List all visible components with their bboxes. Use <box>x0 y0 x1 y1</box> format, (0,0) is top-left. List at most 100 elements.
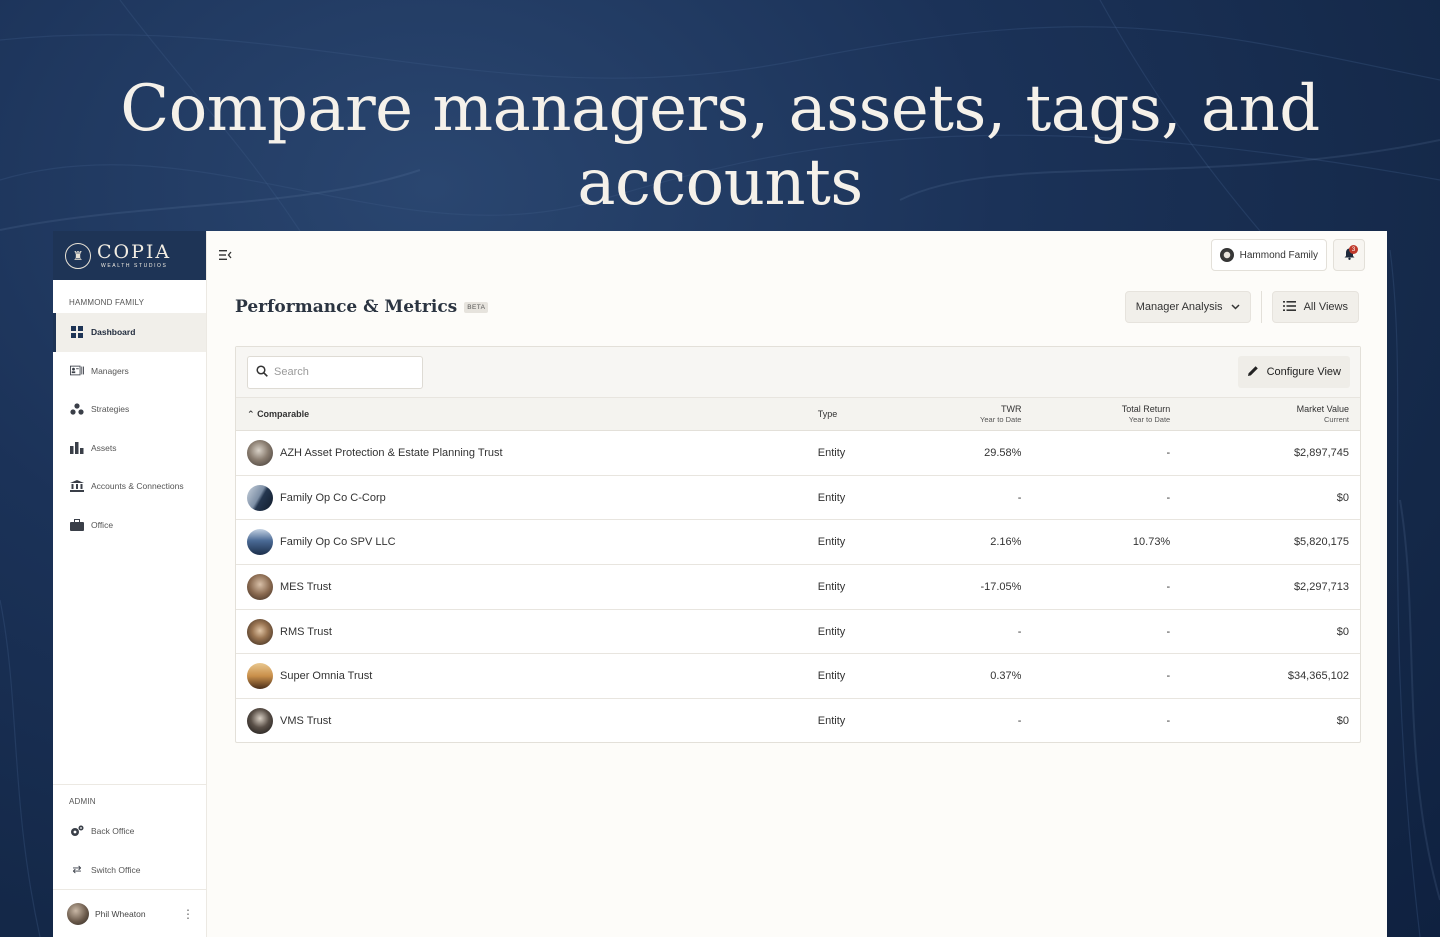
pencil-icon <box>1247 365 1259 380</box>
column-label: Total Return <box>1121 404 1171 414</box>
beta-badge: BETA <box>464 301 489 313</box>
table-toolbar: Search Configure View <box>236 347 1360 397</box>
family-switcher[interactable]: Hammond Family <box>1210 239 1327 271</box>
seal-icon: ♜ <box>65 242 91 269</box>
admin-section: ADMIN Back Office ⇄ Switch Office <box>53 784 206 889</box>
table-row[interactable]: AZH Asset Protection & Estate Planning T… <box>236 430 1360 476</box>
column-header-twr[interactable]: TWR Year to Date <box>926 397 1033 431</box>
total-return-value: - <box>1032 653 1182 700</box>
column-header-market-value[interactable]: Market Value Current <box>1181 397 1360 431</box>
bank-icon <box>70 480 84 493</box>
total-return-value: - <box>1032 609 1182 655</box>
user-menu[interactable]: Phil Wheaton ⋮ <box>53 889 206 937</box>
entity-name: MES Trust <box>280 580 332 593</box>
total-return-value: - <box>1032 475 1182 521</box>
family-label: Hammond Family <box>1239 249 1318 261</box>
sidebar-item-back-office[interactable]: Back Office <box>53 812 206 851</box>
main-content: Hammond Family 3 Performance & Metrics B… <box>207 231 1387 937</box>
search-placeholder: Search <box>274 366 309 378</box>
entity-type: Entity <box>806 564 927 610</box>
column-label: Type <box>817 409 838 419</box>
sidebar-item-label: Assets <box>91 442 117 453</box>
market-value: $0 <box>1181 475 1360 521</box>
sidebar-item-accounts[interactable]: Accounts & Connections <box>53 467 206 506</box>
family-avatar <box>1219 248 1234 262</box>
configure-view-label: Configure View <box>1266 366 1341 378</box>
admin-section-label: ADMIN <box>69 797 96 806</box>
page-title: Performance & Metrics <box>235 297 458 317</box>
market-value: $5,820,175 <box>1181 519 1360 566</box>
hero-title: Compare managers, assets, tags, and acco… <box>120 72 1320 220</box>
sidebar-item-managers[interactable]: Managers <box>53 352 206 391</box>
table-row[interactable]: MES Trust Entity -17.05% - $2,297,713 <box>236 564 1360 610</box>
briefcase-icon <box>70 518 84 531</box>
sidebar-item-label: Switch Office <box>91 864 141 875</box>
entity-avatar <box>247 484 273 511</box>
shapes-icon <box>70 403 84 415</box>
column-label: Comparable <box>257 408 310 419</box>
entity-type: Entity <box>806 519 927 566</box>
twr-value: 2.16% <box>926 519 1033 566</box>
sidebar-item-label: Dashboard <box>91 327 136 338</box>
id-card-icon <box>70 365 84 377</box>
sidebar-item-assets[interactable]: Assets <box>53 429 206 468</box>
column-sublabel: Year to Date <box>980 415 1022 424</box>
entity-avatar <box>247 573 273 600</box>
entity-avatar <box>247 708 273 735</box>
notification-badge: 3 <box>1349 245 1358 254</box>
entity-avatar <box>247 663 273 690</box>
sidebar-item-label: Office <box>91 519 114 530</box>
column-header-comparable[interactable]: ⌃ Comparable <box>236 397 807 431</box>
topbar: Hammond Family 3 <box>207 231 1387 279</box>
bar-chart-icon <box>70 441 84 454</box>
sidebar-item-label: Back Office <box>91 826 135 837</box>
twr-value: - <box>1017 715 1022 728</box>
entity-type: Entity <box>806 430 927 476</box>
chevron-down-icon <box>1231 301 1240 313</box>
search-field[interactable]: Search <box>247 355 423 389</box>
sidebar-item-strategies[interactable]: Strategies <box>53 390 206 429</box>
table-row[interactable]: Family Op Co C-Corp Entity - - $0 <box>236 475 1360 521</box>
brand-logo[interactable]: ♜ COPIA WEALTH STUDIOS <box>53 231 206 280</box>
sidebar-item-label: Strategies <box>91 404 130 415</box>
analysis-select[interactable]: Manager Analysis <box>1124 291 1251 323</box>
list-icon <box>1282 300 1296 314</box>
column-header-total-return[interactable]: Total Return Year to Date <box>1032 397 1182 431</box>
table-row[interactable]: VMS Trust Entity - - $0 <box>236 699 1360 744</box>
table-row[interactable]: RMS Trust Entity - - $0 <box>236 609 1360 655</box>
notifications-button[interactable]: 3 <box>1333 239 1365 271</box>
sidebar-item-switch-office[interactable]: ⇄ Switch Office <box>53 851 206 890</box>
user-name: Phil Wheaton <box>95 908 146 919</box>
search-icon <box>256 364 268 380</box>
sidebar-item-office[interactable]: Office <box>53 506 206 545</box>
entity-type: Entity <box>806 609 927 655</box>
configure-view-button[interactable]: Configure View <box>1237 356 1350 388</box>
entity-avatar <box>247 529 273 556</box>
column-header-type[interactable]: Type <box>806 397 927 431</box>
all-views-label: All Views <box>1303 301 1348 313</box>
swap-icon: ⇄ <box>72 864 82 877</box>
market-value: $0 <box>1336 715 1349 728</box>
all-views-button[interactable]: All Views <box>1271 291 1359 323</box>
family-section-label: HAMMOND FAMILY <box>69 298 145 307</box>
collapse-sidebar-icon[interactable] <box>217 247 233 263</box>
page-header: Performance & Metrics BETA Manager Analy… <box>207 279 1387 335</box>
market-value: $0 <box>1181 609 1360 655</box>
table-row[interactable]: Super Omnia Trust Entity 0.37% - $34,365… <box>236 653 1360 700</box>
sidebar-item-dashboard[interactable]: Dashboard <box>53 313 206 352</box>
total-return-value: - <box>1032 430 1182 476</box>
column-sublabel: Year to Date <box>1128 415 1171 424</box>
entity-type: Entity <box>817 715 846 728</box>
entity-name: Family Op Co C-Corp <box>280 491 386 504</box>
grid-icon <box>70 326 84 339</box>
table-row[interactable]: Family Op Co SPV LLC Entity 2.16% 10.73%… <box>236 519 1360 566</box>
column-sublabel: Current <box>1323 415 1349 424</box>
sort-chevron-up-icon: ⌃ <box>247 408 255 419</box>
entity-avatar <box>247 618 273 645</box>
sidebar: ♜ COPIA WEALTH STUDIOS HAMMOND FAMILY Da… <box>53 231 207 937</box>
entity-type: Entity <box>806 653 927 700</box>
market-value: $2,897,745 <box>1181 430 1360 476</box>
divider <box>1260 291 1262 323</box>
entity-avatar <box>247 439 273 466</box>
more-vertical-icon[interactable]: ⋮ <box>182 907 194 921</box>
